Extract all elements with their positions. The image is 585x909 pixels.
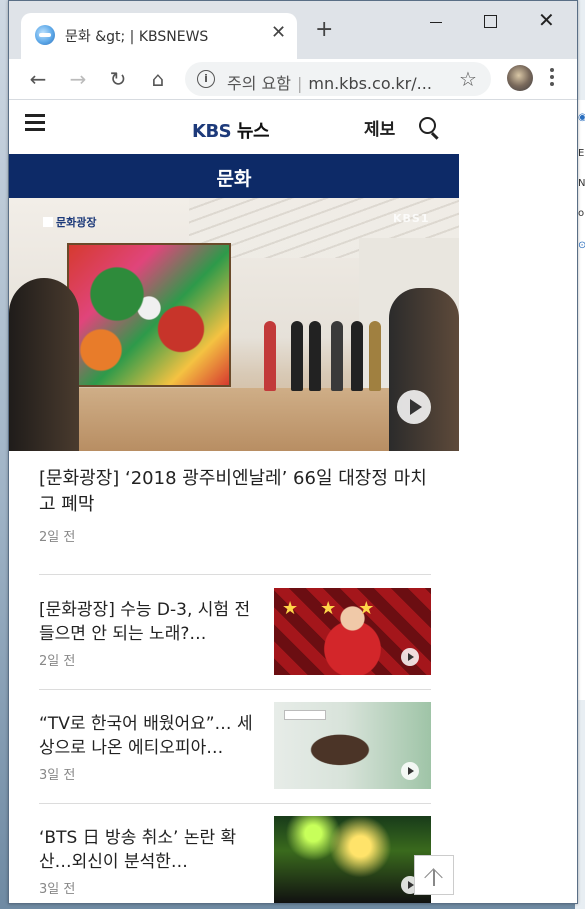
list-item[interactable]: ‘BTS 日 방송 취소’ 논란 확산…외신이 분석한… 3일 전 [39, 816, 431, 903]
logo-kbs: KBS [192, 121, 232, 142]
address-bar[interactable]: i 주의 요함 | mn.kbs.co.kr/... ☆ [185, 62, 491, 96]
article-time: 3일 전 [39, 882, 76, 897]
reload-button[interactable]: ↻ [105, 66, 131, 92]
divider [39, 689, 431, 690]
minimize-button[interactable] [413, 7, 459, 37]
list-item[interactable]: [문화광장] 수능 D-3, 시험 전 들으면 안 되는 노래?… 2일 전 ★… [39, 588, 431, 688]
url-text: mn.kbs.co.kr/... [308, 74, 432, 93]
maximize-button[interactable] [467, 7, 513, 37]
bookmark-star-icon[interactable]: ☆ [459, 67, 477, 91]
page-blank-area [459, 100, 577, 903]
hero-time: 2일 전 [39, 530, 76, 545]
divider [39, 803, 431, 804]
play-icon[interactable] [397, 390, 431, 424]
close-window-button[interactable]: ✕ [523, 7, 569, 37]
article-title[interactable]: ‘BTS 日 방송 취소’ 논란 확산…외신이 분석한… [39, 826, 265, 874]
search-icon[interactable] [419, 117, 439, 140]
tab-title: 문화 &gt; | KBSNEWS [65, 29, 209, 45]
kbs-favicon-icon [35, 25, 55, 45]
new-tab-button[interactable]: + [315, 19, 333, 41]
divider [39, 574, 431, 575]
play-icon[interactable] [401, 648, 419, 666]
tab-close-icon[interactable]: ✕ [271, 22, 286, 43]
scroll-to-top-button[interactable] [414, 855, 454, 895]
hero-article: [문화광장] ‘2018 광주비엔날레’ 66일 대장정 마치고 폐막 2일 전 [39, 466, 429, 545]
kbs-news-logo[interactable]: KBS 뉴스 [192, 117, 270, 143]
minimize-icon [430, 22, 442, 23]
home-button[interactable]: ⌂ [145, 66, 171, 92]
section-title: 문화 [216, 168, 252, 190]
menu-icon[interactable] [25, 114, 45, 132]
article-thumbnail[interactable] [274, 816, 431, 903]
article-time: 2일 전 [39, 654, 76, 669]
browser-tab[interactable]: 문화 &gt; | KBSNEWS ✕ [21, 13, 297, 59]
maximize-icon [484, 15, 497, 28]
url-separator: | [296, 74, 303, 93]
back-button[interactable]: ← [25, 66, 51, 92]
security-warning: 주의 요함 [227, 74, 291, 93]
article-thumbnail[interactable] [274, 702, 431, 789]
logo-news: 뉴스 [236, 121, 270, 142]
profile-avatar[interactable] [507, 65, 533, 91]
program-badge: 문화광장 [43, 214, 96, 230]
article-time: 3일 전 [39, 768, 76, 783]
article-thumbnail[interactable]: ★★★ [274, 588, 431, 675]
channel-watermark: KBS1 [393, 212, 430, 225]
page-viewport: KBS 뉴스 제보 문화 문화광장 KBS1 [문화광장] ‘2018 광주비엔… [9, 100, 577, 903]
forward-button[interactable]: → [65, 66, 91, 92]
article-title[interactable]: “TV로 한국어 배웠어요”… 세상으로 나온 에티오피아… [39, 712, 265, 760]
article-title[interactable]: [문화광장] 수능 D-3, 시험 전 들으면 안 되는 노래?… [39, 598, 265, 646]
list-item[interactable]: “TV로 한국어 배웠어요”… 세상으로 나온 에티오피아… 3일 전 [39, 702, 431, 802]
site-header: KBS 뉴스 제보 [9, 100, 459, 154]
url-display[interactable]: 주의 요함 | mn.kbs.co.kr/... [227, 70, 432, 94]
info-icon[interactable]: i [197, 70, 215, 88]
hero-title[interactable]: [문화광장] ‘2018 광주비엔날레’ 66일 대장정 마치고 폐막 [39, 466, 429, 518]
hero-thumbnail[interactable]: 문화광장 KBS1 [9, 198, 459, 451]
title-bar: 문화 &gt; | KBSNEWS ✕ + ✕ [9, 1, 577, 59]
browser-toolbar: ← → ↻ ⌂ i 주의 요함 | mn.kbs.co.kr/... ☆ [9, 59, 577, 100]
more-menu-icon[interactable] [547, 65, 557, 91]
artwork-image [67, 243, 231, 387]
close-icon: ✕ [538, 8, 555, 32]
browser-window: 문화 &gt; | KBSNEWS ✕ + ✕ ← → ↻ ⌂ i 주의 요함 |… [8, 0, 578, 904]
play-icon[interactable] [401, 762, 419, 780]
tip-link[interactable]: 제보 [364, 115, 395, 140]
section-header: 문화 [9, 154, 459, 198]
